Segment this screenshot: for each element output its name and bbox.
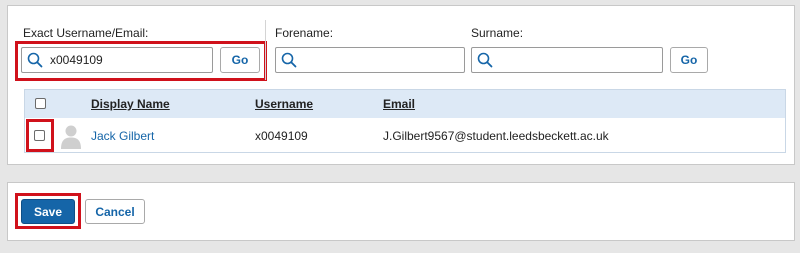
header-email[interactable]: Email: [383, 97, 415, 111]
search-icon: [281, 52, 297, 68]
row-email: J.Gilbert9567@student.leedsbeckett.ac.uk: [383, 129, 609, 143]
exact-username-label: Exact Username/Email:: [23, 26, 149, 40]
results-table: Display Name Username Email Jack Gilbert…: [24, 89, 786, 153]
exact-username-input[interactable]: x0049109: [21, 47, 213, 73]
exact-go-button[interactable]: Go: [220, 47, 260, 73]
select-all-checkbox[interactable]: [35, 98, 46, 109]
divider: [265, 20, 266, 80]
header-username[interactable]: Username: [255, 97, 313, 111]
cancel-button[interactable]: Cancel: [85, 199, 145, 224]
name-go-button[interactable]: Go: [670, 47, 708, 73]
search-icon: [477, 52, 493, 68]
table-header: Display Name Username Email: [25, 90, 785, 118]
action-panel: Save Cancel: [7, 182, 795, 241]
forename-input[interactable]: [275, 47, 465, 73]
forename-label: Forename:: [275, 26, 334, 40]
surname-input[interactable]: [471, 47, 663, 73]
avatar-icon: [61, 125, 81, 149]
row-checkbox[interactable]: [34, 130, 45, 141]
row-username: x0049109: [255, 129, 308, 143]
user-search-panel: Exact Username/Email: x0049109 Go Forena…: [7, 5, 795, 165]
search-icon: [27, 52, 43, 68]
surname-label: Surname:: [471, 26, 524, 40]
save-button[interactable]: Save: [21, 199, 75, 224]
exact-username-value: x0049109: [50, 53, 103, 67]
header-display-name[interactable]: Display Name: [91, 97, 170, 111]
row-display-name-link[interactable]: Jack Gilbert: [91, 129, 154, 143]
